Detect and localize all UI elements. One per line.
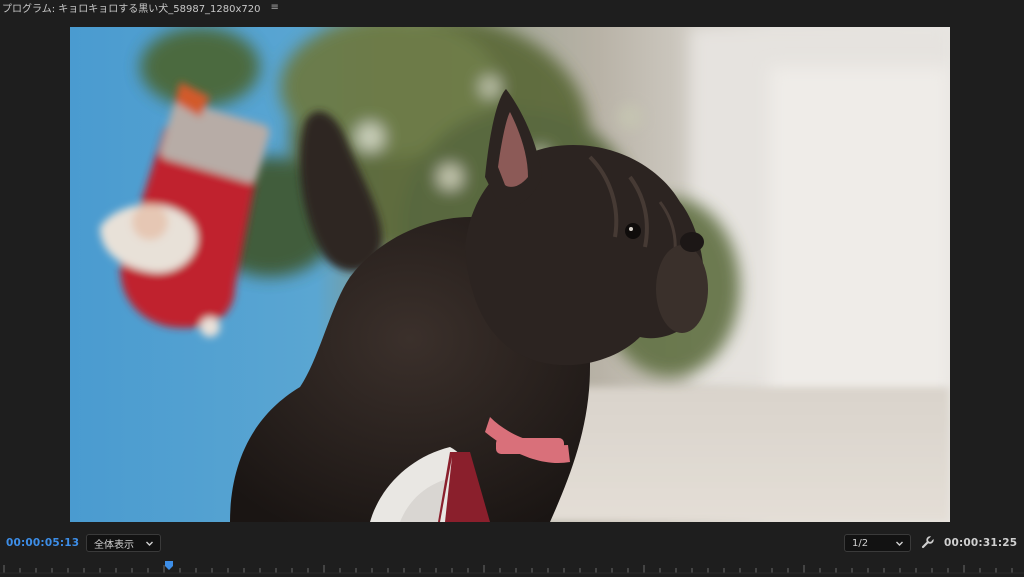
- playback-resolution-dropdown[interactable]: 1/2: [844, 534, 911, 552]
- video-preview[interactable]: [70, 27, 950, 522]
- video-frame-image: [70, 27, 950, 522]
- chevron-down-icon: [146, 541, 153, 546]
- zoom-level-value: 全体表示: [94, 539, 134, 551]
- panel-header: プログラム: キョロキョロする黒い犬_58987_1280x720 ≡: [0, 0, 1024, 15]
- current-timecode[interactable]: 00:00:05:13: [6, 537, 79, 549]
- duration-timecode: 00:00:31:25: [944, 537, 1018, 549]
- wrench-icon[interactable]: [921, 536, 934, 549]
- monitor-controls: 00:00:05:13 全体表示 1/2 00:00:31:25: [0, 530, 1024, 556]
- time-ruler[interactable]: [0, 560, 1024, 577]
- resolution-value: 1/2: [852, 537, 869, 549]
- chevron-down-icon: [896, 541, 903, 546]
- hamburger-menu-icon[interactable]: ≡: [271, 2, 279, 13]
- time-ruler-ticks: [0, 561, 1024, 574]
- panel-title[interactable]: プログラム: キョロキョロする黒い犬_58987_1280x720: [0, 0, 261, 15]
- zoom-level-dropdown[interactable]: 全体表示: [86, 534, 161, 552]
- program-monitor: プログラム: キョロキョロする黒い犬_58987_1280x720 ≡ 00:0…: [0, 0, 1024, 577]
- playhead-marker-icon[interactable]: [165, 561, 173, 570]
